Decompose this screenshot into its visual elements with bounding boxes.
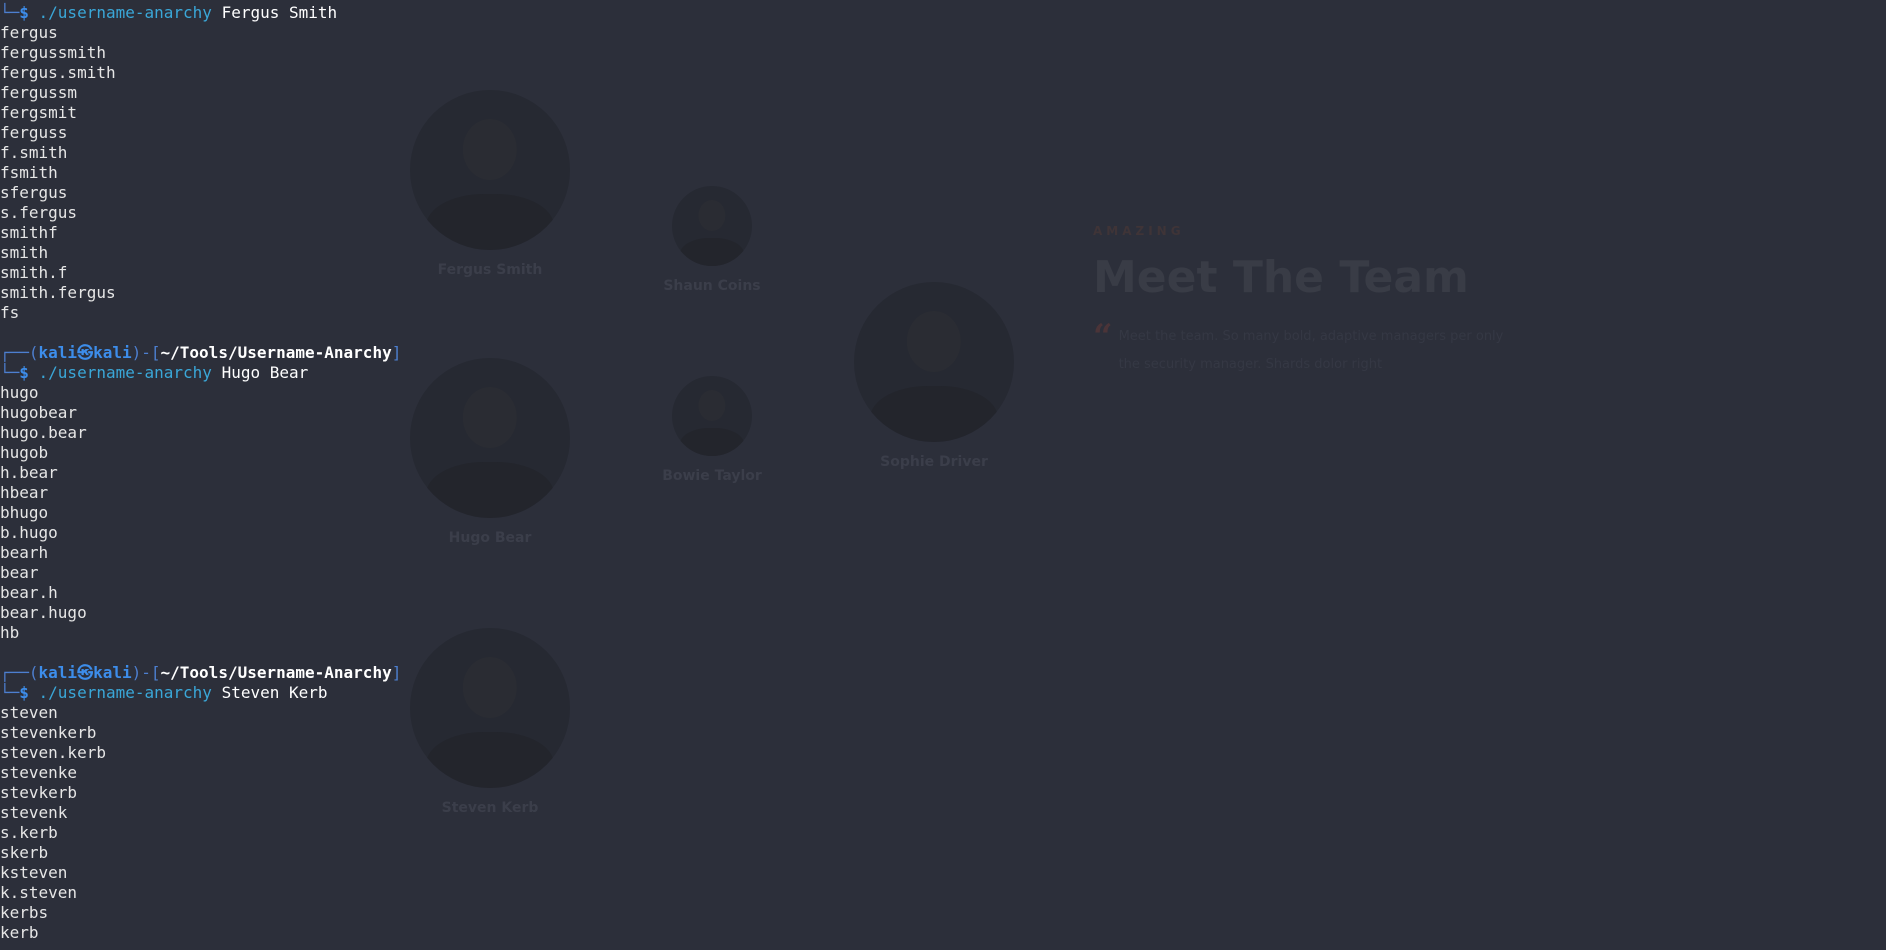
prompt-frame: ] bbox=[391, 663, 402, 682]
prompt-user: kali bbox=[38, 343, 78, 362]
member-photo bbox=[854, 282, 1014, 442]
member-name: Fergus Smith bbox=[437, 262, 543, 278]
command-args: Hugo Bear bbox=[221, 363, 309, 382]
output-line: fergus.smith bbox=[0, 63, 116, 82]
section-title: Meet The Team bbox=[1093, 252, 1469, 303]
output-line: smith.fergus bbox=[0, 283, 116, 302]
prompt-frame: ┌──( bbox=[0, 663, 39, 682]
team-member-card: Steven Kerb bbox=[410, 628, 570, 816]
output-line: kerb bbox=[0, 923, 39, 942]
output-line: stevenk bbox=[0, 803, 68, 822]
prompt-frame: └─ bbox=[0, 3, 20, 22]
team-member-card: Bowie Taylor bbox=[662, 376, 762, 484]
output-line: smith bbox=[0, 243, 49, 262]
output-line: stevenke bbox=[0, 763, 78, 782]
prompt-frame: └─ bbox=[0, 683, 20, 702]
member-name: Steven Kerb bbox=[441, 800, 539, 816]
prompt-frame: )-[ bbox=[131, 663, 161, 682]
command-name: ./username-anarchy bbox=[38, 683, 212, 702]
output-line: stevenkerb bbox=[0, 723, 97, 742]
section-kicker: AMAZING bbox=[1093, 224, 1185, 238]
member-name: Sophie Driver bbox=[880, 454, 988, 470]
description-text: Meet the team. So many bold, adaptive ma… bbox=[1118, 329, 1504, 372]
output-line: hugobear bbox=[0, 403, 78, 422]
output-line: hb bbox=[0, 623, 20, 642]
output-line: k.steven bbox=[0, 883, 78, 902]
output-line: stevkerb bbox=[0, 783, 78, 802]
prompt-host: kali bbox=[93, 663, 132, 682]
output-line: fs bbox=[0, 303, 20, 322]
output-line: kerbs bbox=[0, 903, 49, 922]
team-member-card: Fergus Smith bbox=[410, 90, 570, 278]
quote-icon: “ bbox=[1093, 317, 1113, 357]
terminal-window[interactable]: └─$ ./username-anarchy Fergus Smith fergu… bbox=[0, 3, 401, 943]
member-name: Shaun Coins bbox=[663, 278, 761, 294]
prompt-host: kali bbox=[93, 343, 132, 362]
output-line: hugo.bear bbox=[0, 423, 87, 442]
output-line: h.bear bbox=[0, 463, 58, 482]
member-photo bbox=[672, 186, 752, 266]
prompt-header-line: ┌──(kali㉿kali)-[~/Tools/Username-Anarchy… bbox=[0, 663, 401, 683]
member-photo bbox=[410, 628, 570, 788]
output-line: bear.h bbox=[0, 583, 58, 602]
output-line: hbear bbox=[0, 483, 49, 502]
output-line: smithf bbox=[0, 223, 58, 242]
output-line: skerb bbox=[0, 843, 49, 862]
member-photo bbox=[672, 376, 752, 456]
output-line: fergussmith bbox=[0, 43, 106, 62]
command-line: └─$ ./username-anarchy Fergus Smith bbox=[0, 3, 401, 23]
output-line: b.hugo bbox=[0, 523, 58, 542]
prompt-dollar: $ bbox=[19, 363, 39, 382]
output-line: fergus bbox=[0, 23, 58, 42]
prompt-separator: ㉿ bbox=[77, 343, 94, 362]
output-line: fsmith bbox=[0, 163, 58, 182]
output-line: f.smith bbox=[0, 143, 68, 162]
prompt-frame: ] bbox=[391, 343, 402, 362]
output-line: bearh bbox=[0, 543, 49, 562]
prompt-dollar: $ bbox=[19, 3, 39, 22]
command-line: └─$ ./username-anarchy Hugo Bear bbox=[0, 363, 401, 383]
command-name: ./username-anarchy bbox=[38, 363, 212, 382]
output-line: steven.kerb bbox=[0, 743, 106, 762]
member-photo bbox=[410, 358, 570, 518]
member-name: Hugo Bear bbox=[448, 530, 532, 546]
output-line: s.fergus bbox=[0, 203, 78, 222]
output-line: bhugo bbox=[0, 503, 49, 522]
prompt-header-line: ┌──(kali㉿kali)-[~/Tools/Username-Anarchy… bbox=[0, 343, 401, 363]
prompt-frame: )-[ bbox=[131, 343, 161, 362]
team-member-card: Hugo Bear bbox=[410, 358, 570, 546]
output-line: hugob bbox=[0, 443, 49, 462]
member-name: Bowie Taylor bbox=[662, 468, 762, 484]
team-member-card: Shaun Coins bbox=[663, 186, 761, 294]
prompt-frame: └─ bbox=[0, 363, 20, 382]
prompt-frame: ┌──( bbox=[0, 343, 39, 362]
output-line: hugo bbox=[0, 383, 39, 402]
prompt-separator: ㉿ bbox=[77, 663, 94, 682]
output-line: fergussm bbox=[0, 83, 78, 102]
command-args: Steven Kerb bbox=[221, 683, 328, 702]
output-line: sfergus bbox=[0, 183, 68, 202]
prompt-path: ~/Tools/Username-Anarchy bbox=[160, 663, 392, 682]
output-line: fergsmit bbox=[0, 103, 78, 122]
prompt-user: kali bbox=[38, 663, 78, 682]
member-photo bbox=[410, 90, 570, 250]
output-line: s.kerb bbox=[0, 823, 58, 842]
prompt-path: ~/Tools/Username-Anarchy bbox=[160, 343, 392, 362]
section-description: “ Meet the team. So many bold, adaptive … bbox=[1093, 317, 1513, 379]
output-line: steven bbox=[0, 703, 58, 722]
output-line: ferguss bbox=[0, 123, 68, 142]
output-line: bear bbox=[0, 563, 39, 582]
output-line: bear.hugo bbox=[0, 603, 87, 622]
command-name: ./username-anarchy bbox=[38, 3, 212, 22]
command-line: └─$ ./username-anarchy Steven Kerb bbox=[0, 683, 401, 703]
output-line: ksteven bbox=[0, 863, 68, 882]
team-member-card: Sophie Driver bbox=[854, 282, 1014, 470]
command-args: Fergus Smith bbox=[221, 3, 338, 22]
team-section-heading: AMAZING Meet The Team “ Meet the team. S… bbox=[1093, 224, 1513, 379]
output-line: smith.f bbox=[0, 263, 68, 282]
prompt-dollar: $ bbox=[19, 683, 39, 702]
